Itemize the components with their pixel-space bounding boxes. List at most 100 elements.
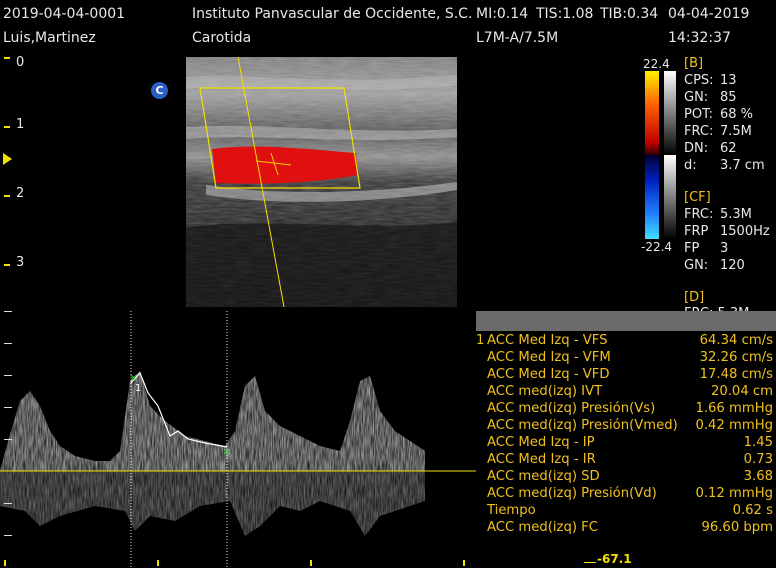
velocity-tick — [4, 375, 12, 376]
b-param-value: 85 — [720, 90, 737, 105]
depth-label-1: 1 — [16, 117, 25, 132]
measurement-value: 96.60 bpm — [701, 520, 773, 535]
measurement-row[interactable]: ACC Med Izq - VFM 32.26 cm/s — [476, 350, 776, 367]
depth-label-3: 3 — [16, 255, 25, 270]
spectral-doppler-trace[interactable]: × 1 × — [0, 311, 476, 568]
depth-tick — [4, 126, 10, 128]
measurement-label: ACC Med Izq - IR — [487, 452, 596, 467]
b-param-key: d: — [684, 158, 697, 173]
measurement-row[interactable]: ACC med(izq) IVT 20.04 cm — [476, 384, 776, 401]
measurement-row[interactable]: ACC med(izq) FC 96.60 bpm — [476, 520, 776, 537]
measurement-row[interactable]: 1 ACC Med Izq - VFS 64.34 cm/s — [476, 333, 776, 350]
cf-param-value: 120 — [720, 258, 745, 273]
color-scale-min: -22.4 — [641, 240, 673, 254]
measurement-label: ACC med(izq) SD — [487, 469, 600, 484]
measurement-label: ACC Med Izq - VFS — [487, 333, 608, 348]
focus-marker-icon[interactable] — [3, 153, 12, 165]
measurement-row[interactable]: ACC med(izq) SD 3.68 — [476, 469, 776, 486]
scale-dash — [584, 562, 596, 563]
cf-param-key: FRC: — [684, 207, 714, 222]
measurement-value: 3.68 — [743, 469, 773, 484]
gray-scale-lower — [664, 155, 676, 239]
measurement-label: ACC Med Izq - VFM — [487, 350, 611, 365]
measurement-label: Tiempo — [487, 503, 536, 518]
measurement-label: ACC med(izq) Presión(Vs) — [487, 401, 656, 416]
measurement-row[interactable]: ACC Med Izq - VFD 17.48 cm/s — [476, 367, 776, 384]
measurement-row[interactable]: ACC Med Izq - IR 0.73 — [476, 452, 776, 469]
depth-tick — [4, 57, 10, 59]
b-param-key: CPS: — [684, 73, 714, 88]
caliper-index-label: 1 — [135, 383, 141, 394]
exam-time: 14:32:37 — [668, 30, 731, 46]
depth-label-0: 0 — [16, 55, 25, 70]
orientation-marker-c: C — [151, 82, 168, 99]
measurement-label: ACC med(izq) Presión(Vmed) — [487, 418, 678, 433]
measurement-value: 64.34 cm/s — [699, 333, 773, 348]
bmode-image[interactable] — [186, 57, 457, 307]
thermal-index-soft: TIS:1.08 — [536, 6, 594, 22]
velocity-tick — [4, 503, 12, 504]
measurement-value: 0.73 — [743, 452, 773, 467]
patient-id: 2019-04-04-0001 — [3, 6, 126, 22]
institution-name: Instituto Panvascular de Occidente, S.C. — [192, 6, 473, 22]
cf-param-value: 1500Hz — [720, 224, 770, 239]
cf-param-key: FP — [684, 241, 700, 256]
mechanical-index: MI:0.14 — [476, 6, 529, 22]
caliper-marker-vd-icon[interactable]: × — [222, 445, 231, 458]
gray-scale-upper — [664, 71, 676, 155]
cf-param-value: 5.3M — [720, 207, 752, 222]
velocity-tick — [4, 407, 12, 408]
measurement-value: 32.26 cm/s — [699, 350, 773, 365]
velocity-tick — [4, 439, 12, 440]
b-param-value: 62 — [720, 141, 737, 156]
b-params-header: [B] — [684, 56, 704, 71]
measurement-index: 1 — [476, 333, 485, 348]
b-param-value: 7.5M — [720, 124, 752, 139]
time-tick — [4, 560, 6, 566]
b-param-value: 68 % — [720, 107, 754, 122]
b-param-key: FRC: — [684, 124, 714, 139]
measurement-value: 17.48 cm/s — [699, 367, 773, 382]
measurement-row[interactable]: ACC Med Izq - IP 1.45 — [476, 435, 776, 452]
measurement-row[interactable]: Tiempo 0.62 s — [476, 503, 776, 520]
depth-tick — [4, 264, 10, 266]
color-scale-max: 22.4 — [643, 57, 670, 71]
cf-param-key: GN: — [684, 258, 709, 273]
b-param-key: GN: — [684, 90, 709, 105]
velocity-tick — [4, 343, 12, 344]
time-tick — [463, 560, 465, 566]
exam-date: 04-04-2019 — [668, 6, 750, 22]
b-param-value: 13 — [720, 73, 737, 88]
velocity-tick — [4, 311, 12, 312]
depth-tick — [4, 195, 10, 197]
measurement-value: 20.04 cm — [710, 384, 773, 399]
cf-param-key: FRP — [684, 224, 709, 239]
measurement-label: ACC med(izq) FC — [487, 520, 598, 535]
measurement-value: 1.45 — [743, 435, 773, 450]
probe-info: L7M-A/7.5M — [476, 30, 559, 46]
b-param-value: 3.7 cm — [720, 158, 765, 173]
b-param-key: POT: — [684, 107, 713, 122]
exam-type: Carotida — [192, 30, 252, 46]
thermal-index-bone: TIB:0.34 — [600, 6, 659, 22]
velocity-tick — [4, 535, 12, 536]
measurement-value: 0.42 mmHg — [695, 418, 773, 433]
measurement-label: ACC Med Izq - IP — [487, 435, 595, 450]
color-scale-negative — [645, 155, 659, 239]
b-param-key: DN: — [684, 141, 709, 156]
measurement-value: 1.66 mmHg — [695, 401, 773, 416]
measurement-value: 0.62 s — [732, 503, 773, 518]
depth-label-2: 2 — [16, 186, 25, 201]
color-scale-positive — [645, 71, 659, 155]
measurement-label: ACC Med Izq - VFD — [487, 367, 610, 382]
d-param-partial: FRC: 5.3M — [684, 304, 749, 311]
d-params-header: [D] — [684, 290, 705, 305]
measurement-row[interactable]: ACC med(izq) Presión(Vs) 1.66 mmHg — [476, 401, 776, 418]
color-flow-region — [212, 146, 358, 184]
measurement-row[interactable]: ACC med(izq) Presión(Vd) 0.12 mmHg — [476, 486, 776, 503]
measurement-row[interactable]: ACC med(izq) Presión(Vmed) 0.42 mmHg — [476, 418, 776, 435]
time-tick — [310, 560, 312, 566]
measurement-panel-header — [476, 311, 776, 331]
measurement-label: ACC med(izq) Presión(Vd) — [487, 486, 657, 501]
measurement-value: 0.12 mmHg — [695, 486, 773, 501]
